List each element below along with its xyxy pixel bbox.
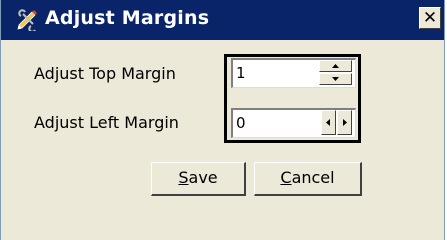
top-margin-decrement-button[interactable] (319, 73, 352, 85)
adjust-margins-dialog: Adjust Margins ✕ Adjust Top Margin Adjus… (0, 0, 445, 240)
top-margin-increment-button[interactable] (319, 60, 352, 72)
cancel-button-accelerator: C (280, 168, 292, 187)
close-icon: ✕ (422, 8, 438, 28)
left-margin-decrement-button[interactable] (321, 110, 336, 135)
arrow-right-icon (343, 119, 347, 126)
save-button[interactable]: Save (151, 162, 246, 196)
save-button-label: ave (188, 168, 218, 187)
left-margin-spinner[interactable] (321, 110, 352, 135)
left-margin-label: Adjust Left Margin (34, 113, 179, 132)
top-margin-spinner[interactable] (319, 60, 352, 85)
save-button-accelerator: S (178, 168, 189, 187)
close-button[interactable]: ✕ (419, 7, 441, 29)
cancel-button-label: ancel (291, 168, 335, 187)
arrow-up-icon (332, 64, 339, 68)
left-margin-increment-button[interactable] (337, 110, 352, 135)
arrow-left-icon (326, 119, 330, 126)
left-margin-value: 0 (236, 114, 246, 132)
pencil-wrench-icon (15, 9, 41, 33)
arrow-down-icon (332, 77, 339, 81)
top-margin-label: Adjust Top Margin (34, 64, 176, 83)
title-bar[interactable]: Adjust Margins ✕ (1, 0, 444, 40)
top-margin-value: 1 (236, 64, 246, 82)
window-title: Adjust Margins (45, 7, 210, 29)
cancel-button[interactable]: Cancel (254, 162, 362, 196)
